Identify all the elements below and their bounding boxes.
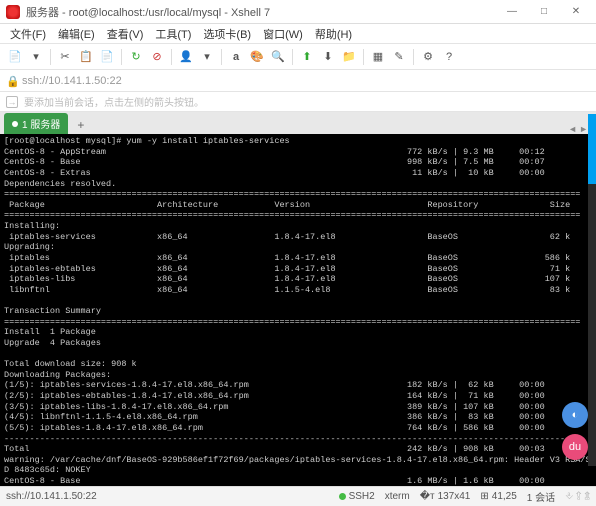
hint-text: 要添加当前会话，点击左侧的箭头按钮。 [24, 94, 204, 109]
status-session: 1 会话 [527, 489, 555, 504]
address-bar: 🔒 ssh://10.141.1.50:22 [0, 70, 596, 92]
terminal-scrollbar[interactable] [588, 114, 596, 466]
status-bar: ssh://10.141.1.50:22 SSH2 xterm �т 137x4… [0, 486, 596, 506]
add-tab-button[interactable]: + [72, 116, 89, 134]
terminal-output[interactable]: [root@localhost mysql]# yum -y install i… [0, 134, 596, 486]
status-caps: ⎀ ⇪ ⇭ [565, 491, 590, 502]
minimize-button[interactable]: — [498, 3, 526, 21]
separator [121, 49, 122, 65]
separator [363, 49, 364, 65]
new-session-icon[interactable]: 📄 [6, 48, 24, 66]
titlebar: 服务器 - root@localhost:/usr/local/mysql - … [0, 0, 596, 24]
status-address: ssh://10.141.1.50:22 [6, 491, 97, 502]
tab-label: 1 服务器 [22, 116, 60, 131]
separator [171, 49, 172, 65]
highlight-icon[interactable]: ✎ [390, 48, 408, 66]
toolbar: 📄 ▾ ✂ 📋 📄 ↻ ⊘ 👤 ▾ a 🎨 🔍 ⬆ ⬇ 📁 ▦ ✎ ⚙ ? [0, 44, 596, 70]
session-tab[interactable]: 1 服务器 [4, 113, 68, 134]
floating-buttons: ◐ du [562, 402, 588, 460]
separator [221, 49, 222, 65]
font-icon[interactable]: a [227, 48, 245, 66]
menu-tools[interactable]: 工具(T) [151, 24, 195, 44]
properties-icon[interactable]: 👤 [177, 48, 195, 66]
settings-icon[interactable]: ⚙ [419, 48, 437, 66]
menubar: 文件(F) 编辑(E) 查看(V) 工具(T) 选项卡(B) 窗口(W) 帮助(… [0, 24, 596, 44]
scrollbar-thumb[interactable] [588, 114, 596, 184]
lock-icon: 🔒 [6, 75, 18, 87]
reconnect-icon[interactable]: ↻ [127, 48, 145, 66]
float-button-2[interactable]: du [562, 434, 588, 460]
color-icon[interactable]: 🎨 [248, 48, 266, 66]
menu-file[interactable]: 文件(F) [6, 24, 50, 44]
menu-view[interactable]: 查看(V) [103, 24, 148, 44]
folder-icon[interactable]: 📁 [340, 48, 358, 66]
status-ssh: SSH2 [339, 491, 375, 502]
copy-icon[interactable]: 📋 [77, 48, 95, 66]
dropdown-icon[interactable]: ▾ [27, 48, 45, 66]
menu-window[interactable]: 窗口(W) [259, 24, 307, 44]
window-title: 服务器 - root@localhost:/usr/local/mysql - … [26, 4, 498, 20]
separator [50, 49, 51, 65]
menu-edit[interactable]: 编辑(E) [54, 24, 99, 44]
connected-icon [339, 493, 346, 500]
open-icon[interactable]: ✂ [56, 48, 74, 66]
app-icon [6, 5, 20, 19]
close-button[interactable]: ✕ [562, 3, 590, 21]
maximize-button[interactable]: □ [530, 3, 558, 21]
connected-dot-icon [12, 121, 18, 127]
status-term: xterm [385, 491, 410, 502]
window-controls: — □ ✕ [498, 3, 590, 21]
help-icon[interactable]: ? [440, 48, 458, 66]
scroll-right-icon[interactable]: ► [579, 124, 588, 134]
scroll-left-icon[interactable]: ◄ [568, 124, 577, 134]
script-icon[interactable]: ▦ [369, 48, 387, 66]
tab-bar: 1 服务器 + ◄ ► [0, 112, 596, 134]
menu-tabs[interactable]: 选项卡(B) [199, 24, 255, 44]
separator [292, 49, 293, 65]
download-icon[interactable]: ⬇ [319, 48, 337, 66]
address-text[interactable]: ssh://10.141.1.50:22 [22, 75, 122, 87]
add-session-icon[interactable]: → [6, 96, 18, 108]
hint-bar: → 要添加当前会话，点击左侧的箭头按钮。 [0, 92, 596, 112]
status-pos: ⊞ 41,25 [480, 491, 516, 502]
float-button-1[interactable]: ◐ [562, 402, 588, 428]
dropdown-icon[interactable]: ▾ [198, 48, 216, 66]
find-icon[interactable]: 🔍 [269, 48, 287, 66]
transfer-icon[interactable]: ⬆ [298, 48, 316, 66]
menu-help[interactable]: 帮助(H) [311, 24, 356, 44]
separator [413, 49, 414, 65]
paste-icon[interactable]: 📄 [98, 48, 116, 66]
disconnect-icon[interactable]: ⊘ [148, 48, 166, 66]
status-size: �т 137x41 [420, 491, 471, 502]
